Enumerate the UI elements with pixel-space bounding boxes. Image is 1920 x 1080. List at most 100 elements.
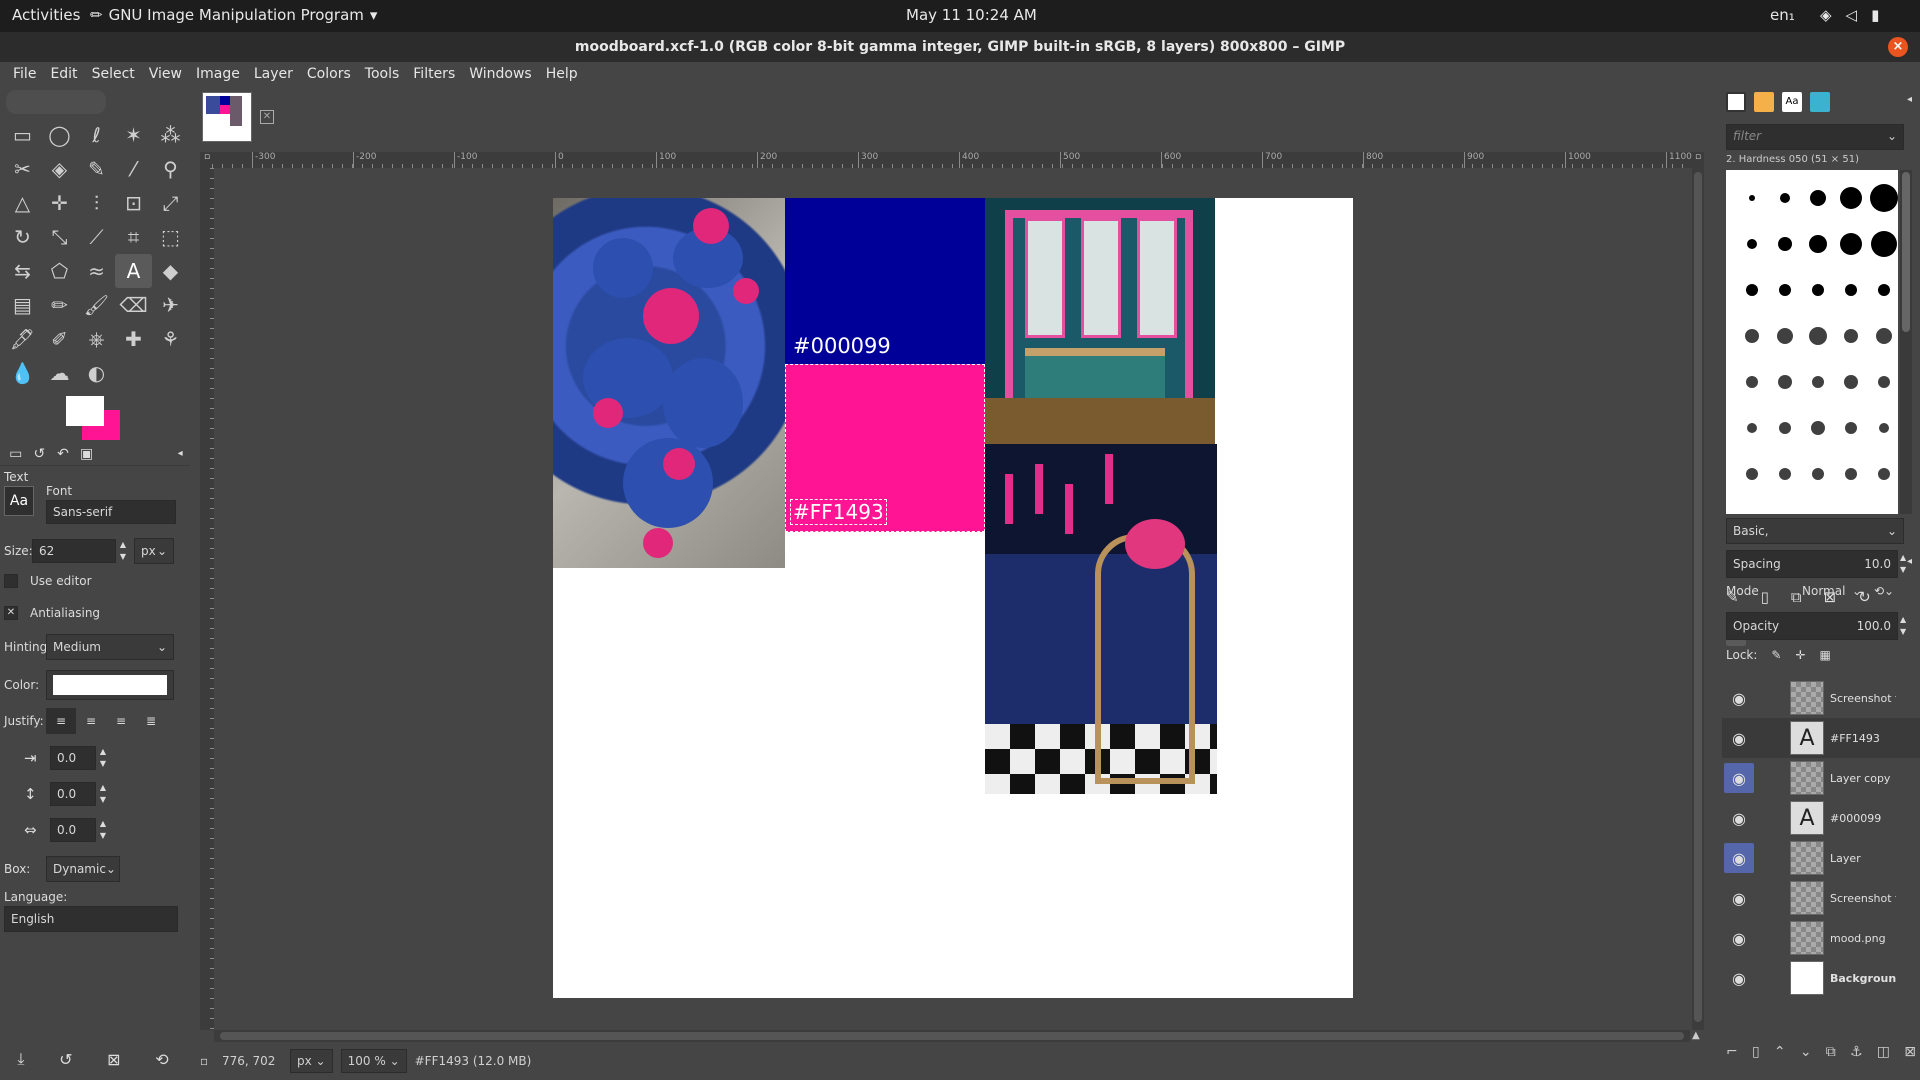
brush-preset-item[interactable] <box>1778 237 1792 251</box>
layer-thumbnail[interactable] <box>1790 761 1824 795</box>
rect-select-icon[interactable]: ▭ <box>4 118 41 152</box>
image-tab-thumbnail[interactable] <box>202 92 252 142</box>
color-select-icon[interactable]: ⁂ <box>152 118 189 152</box>
vertical-ruler[interactable] <box>200 168 214 1030</box>
undo-history-tab-icon[interactable]: ↶ <box>53 446 73 462</box>
opacity-slider[interactable]: Opacity 100.0 <box>1726 612 1898 640</box>
heal-icon[interactable]: ✚ <box>115 322 152 356</box>
visibility-eye-icon[interactable]: ◉ <box>1724 883 1754 913</box>
font-preview-icon[interactable]: Aa <box>4 486 34 516</box>
brush-filter-input[interactable]: filter ⌄ <box>1726 124 1904 150</box>
brush-preset-item[interactable] <box>1749 195 1755 201</box>
blur-icon[interactable]: 💧 <box>4 356 41 390</box>
brush-preset-item[interactable] <box>1844 329 1858 343</box>
free-select-icon[interactable]: ℓ <box>78 118 115 152</box>
ink-icon[interactable]: 🖋 <box>4 322 41 356</box>
measure-icon[interactable]: △ <box>4 186 41 220</box>
gradient-icon[interactable]: ▤ <box>4 288 41 322</box>
unit-select[interactable]: px ⌄ <box>290 1049 333 1073</box>
layer-name[interactable]: mood.png <box>1830 932 1896 945</box>
clock[interactable]: May 11 10:24 AM <box>906 6 1037 24</box>
brush-scrollbar[interactable] <box>1900 170 1912 514</box>
font-input[interactable]: Sans-serif <box>46 500 176 524</box>
visibility-eye-icon[interactable]: ◉ <box>1724 723 1754 753</box>
zoom-select[interactable]: 100 % ⌄ <box>340 1049 407 1073</box>
brush-preset-item[interactable] <box>1809 327 1827 345</box>
lock-position-icon[interactable]: ✛ <box>1795 648 1805 662</box>
paintbrush-icon[interactable]: 🖌 <box>78 288 115 322</box>
layer-row[interactable]: ◉ Screenshot f <box>1722 878 1920 918</box>
warp-icon[interactable]: ⇆ <box>4 254 41 288</box>
smudge-warp-icon[interactable]: ≈ <box>78 254 115 288</box>
canvas-viewport[interactable]: #000099 #FF1493 <box>214 168 1690 1030</box>
layer-name[interactable]: Background <box>1830 972 1896 985</box>
dock-menu-icon[interactable]: ◂ <box>1907 94 1912 105</box>
brush-preset-item[interactable] <box>1879 423 1889 433</box>
visibility-eye-icon[interactable]: ◉ <box>1724 763 1754 793</box>
brush-preset-item[interactable] <box>1844 375 1858 389</box>
new-layer-icon[interactable]: ▯ <box>1752 1044 1760 1060</box>
layer-thumbnail[interactable] <box>1790 961 1824 995</box>
layer-name[interactable]: #000099 <box>1830 812 1896 825</box>
letter-spacing-input[interactable]: 0.0 <box>50 818 96 842</box>
shear-icon[interactable]: ⟋ <box>78 220 115 254</box>
brush-preset-item[interactable] <box>1845 284 1857 296</box>
foreground-select-icon[interactable]: ◈ <box>41 152 78 186</box>
layer-row[interactable]: ◉ Background <box>1722 958 1920 998</box>
layer-name[interactable]: Screenshot f <box>1830 892 1896 905</box>
brush-preset-item[interactable] <box>1745 329 1759 343</box>
zoom-icon[interactable]: ⚲ <box>152 152 189 186</box>
layer-name[interactable]: Screenshot f <box>1830 692 1896 705</box>
blue-swatch-label[interactable]: #000099 <box>793 334 891 358</box>
layer-row[interactable]: ◉ Screenshot f <box>1722 678 1920 718</box>
visibility-eye-icon[interactable]: ◉ <box>1724 923 1754 953</box>
tool-options-menu-icon[interactable]: ◂ <box>170 448 190 459</box>
layer-thumbnail[interactable] <box>1790 841 1824 875</box>
close-window-button[interactable]: × <box>1888 37 1908 57</box>
app-menu[interactable]: ✏ GNU Image Manipulation Program ▾ <box>90 6 377 24</box>
layer-mask-icon[interactable]: ◫ <box>1877 1044 1890 1060</box>
horizontal-ruler[interactable]: -300 -200 -100 0 100 200 300 400 500 600 700 800 900… <box>212 152 1696 168</box>
brush-preset-item[interactable] <box>1779 468 1791 480</box>
menu-filters[interactable]: Filters <box>406 62 462 86</box>
visibility-eye-icon[interactable]: ◉ <box>1724 843 1754 873</box>
patterns-tab-icon[interactable] <box>1754 92 1774 112</box>
clone-icon[interactable]: ⎈ <box>78 322 115 356</box>
brush-preset-item[interactable] <box>1747 423 1757 433</box>
menu-help[interactable]: Help <box>539 62 585 86</box>
use-editor-checkbox[interactable] <box>4 574 18 588</box>
text-layer-thumbnail[interactable]: A <box>1790 801 1824 835</box>
unified-transform-icon[interactable]: ⤢ <box>152 186 189 220</box>
foreground-color-swatch[interactable] <box>66 396 104 426</box>
size-stepper[interactable]: ▲ ▼ <box>116 539 130 563</box>
layer-thumbnail[interactable] <box>1790 681 1824 715</box>
ellipse-select-icon[interactable]: ◯ <box>41 118 78 152</box>
brush-preset-item[interactable] <box>1876 328 1892 344</box>
brush-preset-item[interactable] <box>1746 468 1758 480</box>
lock-alpha-icon[interactable]: ▦ <box>1820 648 1831 662</box>
restore-options-icon[interactable]: ↺ <box>59 1050 72 1069</box>
new-layer-group-icon[interactable]: ⌐ <box>1726 1044 1738 1060</box>
brush-preset-item[interactable] <box>1878 468 1890 480</box>
horizontal-scrollbar[interactable] <box>214 1030 1690 1042</box>
vertical-scrollbar[interactable] <box>1692 168 1704 1030</box>
perspective-icon[interactable]: ⌗ <box>115 220 152 254</box>
image-canvas[interactable]: #000099 #FF1493 <box>553 198 1353 998</box>
size-unit-select[interactable]: px ⌄ <box>134 538 174 564</box>
activities-button[interactable]: Activities <box>12 6 80 24</box>
spacing-slider[interactable]: Spacing 10.0 <box>1726 550 1898 578</box>
brush-preset-item[interactable] <box>1809 235 1827 253</box>
line-spacing-input[interactable]: 0.0 <box>50 782 96 806</box>
brush-preset-item[interactable] <box>1840 187 1862 209</box>
brush-grid[interactable] <box>1726 170 1898 514</box>
box-select[interactable]: Dynamic ⌄ <box>46 856 120 882</box>
brush-preset-item[interactable] <box>1840 233 1862 255</box>
layer-thumbnail[interactable] <box>1790 921 1824 955</box>
text-layer-thumbnail[interactable]: A <box>1790 721 1824 755</box>
paths-icon[interactable]: ✎ <box>78 152 115 186</box>
fuzzy-select-icon[interactable]: ✶ <box>115 118 152 152</box>
mypaint-icon[interactable]: ✐ <box>41 322 78 356</box>
system-tray[interactable]: ◈ ◁ ▮ <box>1820 6 1879 24</box>
close-image-tab-icon[interactable]: ✕ <box>260 110 274 124</box>
pink-swatch-label[interactable]: #FF1493 <box>790 499 887 525</box>
